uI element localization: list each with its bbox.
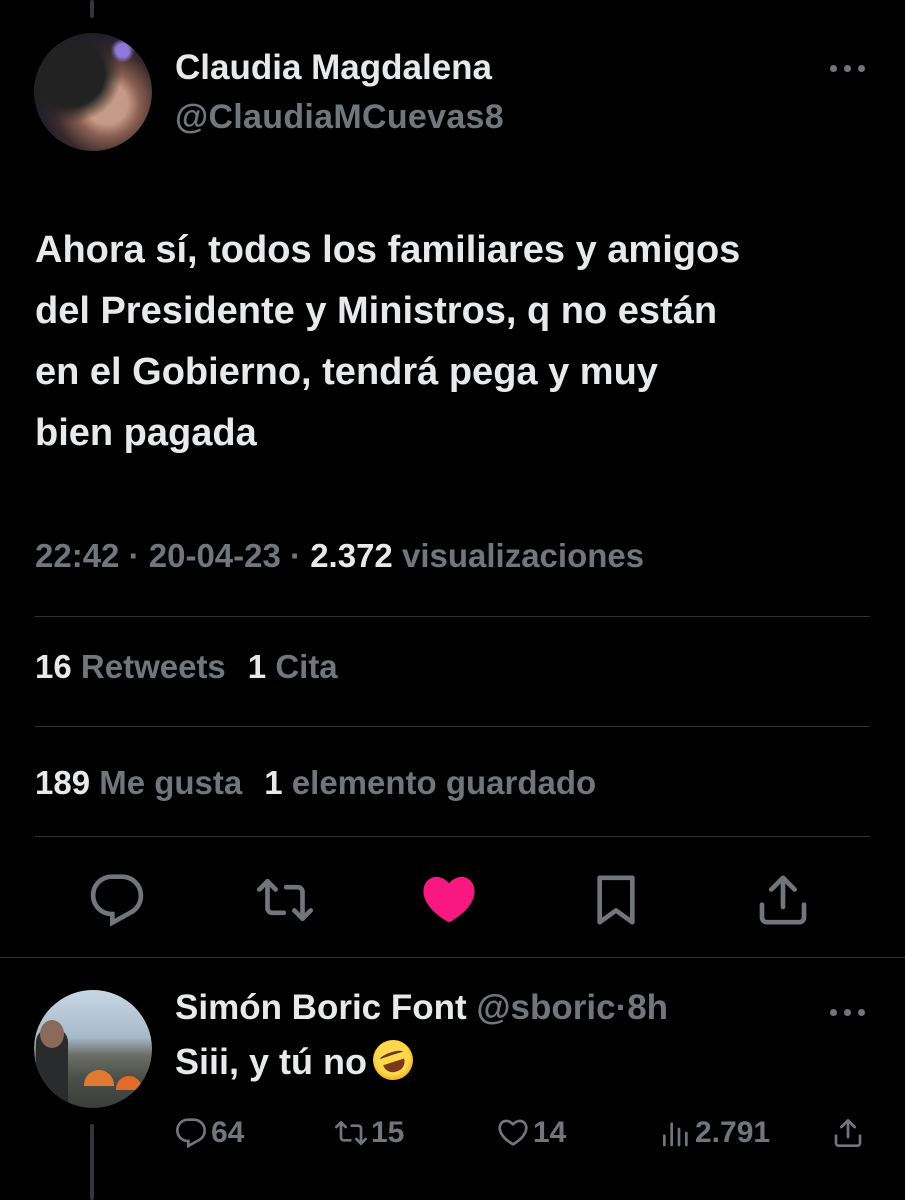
share-icon [759,875,807,925]
section-divider [0,957,905,958]
views-label: visualizaciones [401,537,645,574]
bookmark-icon [597,875,635,925]
tweet-meta: 22:42 · 20-04-23 · 2.372 visualizaciones [35,537,644,575]
reply-retweet-button[interactable]: 15 [335,1113,404,1153]
quotes-stat[interactable]: 1 Cita [248,648,338,685]
retweet-button[interactable] [257,872,313,928]
tweet-time[interactable]: 22:42 [35,537,119,574]
divider [35,616,870,617]
author-name[interactable]: Claudia Magdalena [175,48,492,88]
reply-age[interactable]: 8h [627,988,668,1027]
like-button[interactable] [421,872,477,928]
retweet-quote-stats: 16 Retweets 1 Cita [35,648,338,686]
avatar[interactable] [34,33,152,151]
meta-separator: · [128,537,140,574]
share-button[interactable] [755,872,811,928]
meta-separator: · [290,537,302,574]
share-icon [834,1119,862,1147]
reply-likes-count: 14 [533,1116,567,1149]
reply-views-count: 2.791 [695,1116,771,1149]
like-bookmark-stats: 189 Me gusta 1 elemento guardado [35,764,596,802]
divider [35,836,870,837]
heart-icon [423,876,475,923]
retweet-icon [335,1121,367,1145]
retweet-icon [257,879,313,921]
reply-author-name[interactable]: Simón Boric Font [175,988,467,1027]
reply-text: Siii, y tú no [175,1034,419,1086]
tweet-text: Ahora sí, todos los familiares y amigos … [35,229,741,454]
views-count: 2.372 [310,537,393,574]
reply-views-button[interactable]: 2.791 [659,1113,770,1153]
author-handle[interactable]: @ClaudiaMCuevas8 [175,98,504,137]
thread-line [90,1124,94,1200]
reply-like-button[interactable]: 14 [497,1113,566,1153]
more-icon[interactable] [828,996,868,1026]
tweet-detail-page: Claudia Magdalena @ClaudiaMCuevas8 Ahora… [0,0,905,1200]
reply-share-button[interactable] [832,1113,868,1153]
reply-icon [176,1118,207,1149]
reply-icon [90,874,144,927]
thread-line [90,0,94,18]
reply-separator: · [615,988,628,1027]
bookmark-button[interactable] [588,872,644,928]
tweet-date[interactable]: 20-04-23 [149,537,281,574]
rolling-on-floor-laughing-emoji-icon [367,1034,419,1086]
reply-text-content: Siii, y tú no [175,1041,368,1082]
retweets-stat[interactable]: 16 Retweets [35,648,226,685]
likes-stat[interactable]: 189 Me gusta [35,764,242,801]
reply-reply-button[interactable]: 64 [175,1113,244,1153]
reply-button[interactable] [89,872,145,928]
bookmarks-stat: 1 elemento guardado [264,764,597,801]
divider [35,726,870,727]
more-icon[interactable] [828,52,868,82]
reply-retweets-count: 15 [371,1116,405,1149]
reply-avatar[interactable] [34,990,152,1108]
views-icon [663,1122,688,1147]
heart-icon [498,1119,528,1146]
reply-header: Simón Boric Font @sboric·8h [175,988,668,1028]
reply-author-handle[interactable]: @sboric [476,988,615,1027]
reply-replies-count: 64 [211,1116,245,1149]
